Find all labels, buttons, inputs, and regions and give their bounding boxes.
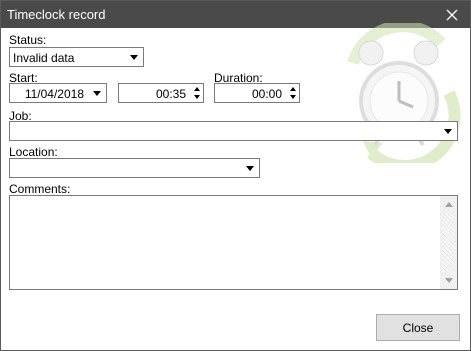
arrow-down-icon bbox=[444, 278, 453, 283]
start-date-value: 11/04/2018 bbox=[24, 87, 84, 101]
close-button[interactable]: Close bbox=[376, 314, 460, 341]
timeclock-dialog: Timeclock record Status: Invalid data St bbox=[0, 0, 471, 351]
scroll-up-button[interactable] bbox=[440, 196, 457, 213]
status-label: Status: bbox=[9, 33, 47, 47]
alarm-clock-icon bbox=[341, 20, 461, 172]
comments-scrollbar[interactable] bbox=[440, 196, 457, 289]
status-value: Invalid data bbox=[13, 51, 75, 65]
location-dropdown[interactable] bbox=[9, 158, 260, 178]
spin-down-icon[interactable] bbox=[290, 95, 296, 99]
comments-textarea[interactable] bbox=[9, 195, 458, 290]
scroll-down-button[interactable] bbox=[440, 272, 457, 289]
start-date-picker[interactable]: 11/04/2018 bbox=[9, 83, 107, 103]
close-icon bbox=[446, 9, 458, 20]
chevron-down-icon bbox=[93, 91, 101, 96]
scroll-track[interactable] bbox=[442, 213, 455, 272]
window-title: Timeclock record bbox=[7, 7, 106, 22]
spin-up-icon[interactable] bbox=[194, 87, 200, 91]
chevron-down-icon bbox=[130, 55, 138, 60]
chevron-down-icon bbox=[444, 129, 452, 134]
job-dropdown[interactable] bbox=[9, 121, 458, 141]
start-time-spinner[interactable]: 00:35 bbox=[118, 83, 204, 103]
spin-down-icon[interactable] bbox=[194, 95, 200, 99]
chevron-down-icon bbox=[246, 166, 254, 171]
comments-label: Comments: bbox=[9, 182, 71, 196]
status-dropdown[interactable]: Invalid data bbox=[9, 47, 144, 67]
start-time-value: 00:35 bbox=[155, 87, 186, 101]
arrow-up-icon bbox=[444, 202, 453, 207]
spin-up-icon[interactable] bbox=[290, 87, 296, 91]
duration-value: 00:00 bbox=[251, 87, 282, 101]
duration-spinner[interactable]: 00:00 bbox=[214, 83, 300, 103]
location-label: Location: bbox=[9, 145, 58, 159]
